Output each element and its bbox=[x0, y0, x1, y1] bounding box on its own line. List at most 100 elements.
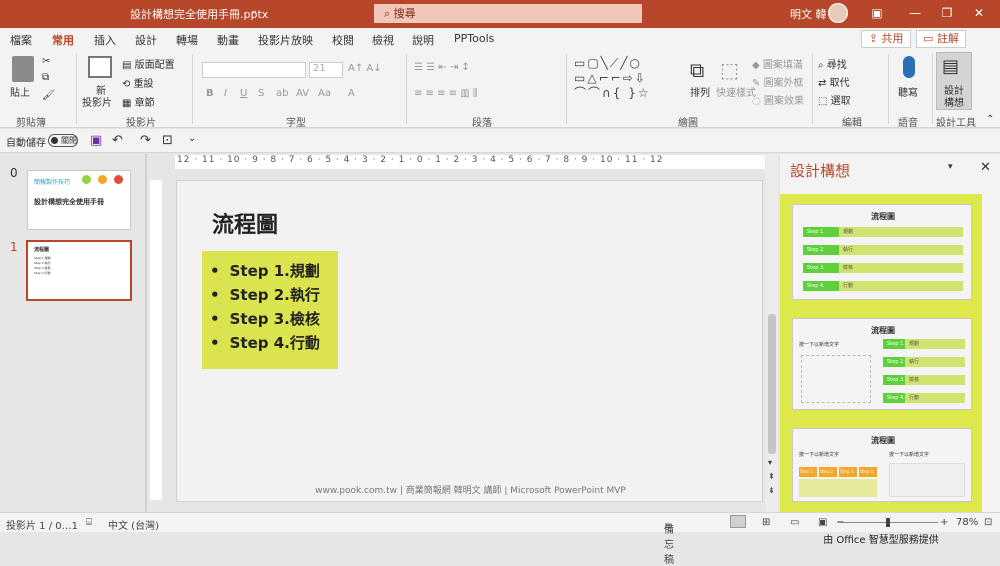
slide-title[interactable]: 流程圖 bbox=[212, 207, 278, 239]
zoom-in-icon[interactable]: + bbox=[940, 517, 948, 528]
slide-thumbnail-1[interactable]: 流程圖 Step 1.規劃 Step 2.執行 Step 3.檢核 Step 4… bbox=[26, 240, 132, 301]
quick-styles-button[interactable]: 快速樣式 bbox=[716, 84, 756, 99]
share-button[interactable]: ⇪ 共用 bbox=[861, 30, 911, 48]
card-title: 流程圖 bbox=[871, 436, 895, 445]
spacing-icon[interactable]: AV bbox=[296, 88, 309, 99]
bullets-icon[interactable]: ☰ ☰ ⇤ ⇥ ↕ bbox=[414, 62, 470, 73]
tab-pptools[interactable]: PPTools bbox=[454, 32, 494, 45]
font-color-icon[interactable]: A bbox=[348, 88, 355, 99]
scroll-down-icon[interactable]: ▾ bbox=[768, 458, 772, 467]
slide-thumbnail-0[interactable]: 簡報製作技巧 設計構想完全使用手冊 bbox=[27, 170, 131, 230]
arrange-icon[interactable]: ⧉ bbox=[690, 58, 704, 82]
language-indicator[interactable]: 中文 (台灣) bbox=[108, 517, 159, 532]
tab-insert[interactable]: 插入 bbox=[94, 32, 116, 48]
bullet-box[interactable]: Step 1.規劃 Step 2.執行 Step 3.檢核 Step 4.行動 bbox=[202, 251, 338, 369]
find-button[interactable]: ⌕ 尋找 bbox=[818, 56, 847, 71]
fit-to-window-icon[interactable]: ⊡ bbox=[984, 517, 992, 528]
restore-icon[interactable]: ❐ bbox=[936, 4, 958, 22]
bullet-item[interactable]: Step 3.檢核 bbox=[210, 307, 338, 331]
bullet-item[interactable]: Step 4.行動 bbox=[210, 331, 338, 355]
comment-button[interactable]: ▭ 註解 bbox=[916, 30, 966, 48]
slide-footer[interactable]: www.pook.com.tw | 商業簡報網 韓明文 講師 | Microso… bbox=[177, 483, 764, 496]
next-slide-icon[interactable]: ⇟ bbox=[768, 486, 775, 495]
shapes-gallery[interactable]: ▭▢╲⟋╱○ ▭△⌐⌐⇨⇩ ⌒⌒∩{ }☆ bbox=[574, 56, 674, 104]
zoom-level[interactable]: 78% bbox=[956, 517, 978, 528]
customize-qat-icon[interactable]: ⌄ bbox=[188, 133, 196, 144]
tab-animations[interactable]: 動畫 bbox=[217, 32, 239, 48]
card-row-label: 執行 bbox=[843, 247, 854, 253]
vertical-scrollbar[interactable]: ▾ ⇞ ⇟ bbox=[766, 154, 778, 512]
shape-outline-button[interactable]: ✎ 圖案外框 bbox=[752, 74, 804, 89]
tab-home[interactable]: 常用 bbox=[52, 32, 74, 52]
replace-button[interactable]: ⇄ 取代 bbox=[818, 74, 850, 89]
search-icon: ⌕ bbox=[384, 7, 394, 20]
reset-button[interactable]: ⟲ 重設 bbox=[122, 75, 154, 90]
close-icon[interactable]: ✕ bbox=[968, 4, 990, 22]
font-grow-icon[interactable]: A↑ A↓ bbox=[348, 63, 382, 74]
design-ideas-pane: 設計構想 ▾ ✕ 流程圖 規劃 Step 1. 執行 Step 2. 檢核 St… bbox=[780, 154, 1000, 546]
paste-icon[interactable] bbox=[12, 56, 34, 82]
format-painter-icon[interactable]: 🖌 bbox=[42, 90, 55, 101]
document-title[interactable]: 設計構想完全使用手冊.pptx bbox=[130, 6, 268, 22]
shape-fill-button[interactable]: ◆ 圖案填滿 bbox=[752, 56, 803, 71]
redo-icon[interactable]: ↷ bbox=[140, 133, 151, 148]
section-button[interactable]: ▦ 章節 bbox=[122, 94, 155, 109]
design-idea-card[interactable]: 流程圖 按一下以新增文字 按一下以新增文字 Step 1. Step 2. St… bbox=[792, 428, 972, 502]
scroll-thumb[interactable] bbox=[768, 314, 776, 454]
bullet-item[interactable]: Step 2.執行 bbox=[210, 283, 338, 307]
strikethrough-icon[interactable]: ab bbox=[276, 88, 288, 99]
new-slide-icon[interactable] bbox=[88, 56, 112, 78]
zoom-slider-thumb[interactable] bbox=[886, 518, 890, 527]
copy-icon[interactable]: ⧉ bbox=[42, 72, 49, 83]
minimize-icon[interactable]: — bbox=[904, 4, 926, 22]
font-family-field[interactable] bbox=[202, 62, 306, 78]
shape-effects-button[interactable]: ◌ 圖案效果 bbox=[752, 92, 804, 107]
align-icons[interactable]: ≡ ≡ ≡ ≡ ▥ ⫼ bbox=[414, 88, 477, 99]
tab-help[interactable]: 說明 bbox=[412, 32, 434, 48]
prev-slide-icon[interactable]: ⇞ bbox=[768, 472, 775, 481]
title-dropdown-icon[interactable]: ⌄ bbox=[250, 5, 258, 16]
underline-icon[interactable]: U bbox=[240, 88, 247, 99]
shadow-icon[interactable]: S bbox=[258, 88, 264, 99]
tab-transitions[interactable]: 轉場 bbox=[176, 32, 198, 48]
pane-close-icon[interactable]: ✕ bbox=[980, 160, 991, 175]
change-case-icon[interactable]: Aa bbox=[318, 88, 331, 99]
slideshow-icon[interactable]: ▣ bbox=[818, 517, 827, 528]
search-box[interactable]: ⌕ 搜尋 bbox=[374, 4, 642, 23]
ribbon-display-icon[interactable]: ▣ bbox=[866, 4, 888, 22]
present-icon[interactable]: ⊡ bbox=[162, 133, 173, 148]
bold-icon[interactable]: B bbox=[206, 88, 214, 99]
reading-view-icon[interactable]: ▭ bbox=[790, 517, 799, 528]
tab-slideshow[interactable]: 投影片放映 bbox=[258, 32, 313, 48]
user-name[interactable]: 明文 韓 bbox=[790, 6, 827, 22]
current-slide[interactable]: 流程圖 Step 1.規劃 Step 2.執行 Step 3.檢核 Step 4… bbox=[176, 180, 763, 502]
tab-file[interactable]: 檔案 bbox=[10, 32, 32, 48]
normal-view-icon[interactable] bbox=[730, 515, 746, 528]
arrange-button[interactable]: 排列 bbox=[690, 84, 710, 99]
microphone-icon[interactable] bbox=[903, 56, 915, 78]
undo-icon[interactable]: ↶ bbox=[112, 133, 123, 148]
new-slide-label2[interactable]: 投影片 bbox=[82, 94, 112, 109]
select-button[interactable]: ⬚ 選取 bbox=[818, 92, 851, 107]
design-idea-card[interactable]: 流程圖 規劃 Step 1. 執行 Step 2. 檢核 Step 3. 行動 … bbox=[792, 204, 972, 300]
cut-icon[interactable]: ✂ bbox=[42, 56, 50, 67]
tab-design[interactable]: 設計 bbox=[135, 32, 157, 48]
layout-button[interactable]: ▤ 版面配置 bbox=[122, 56, 175, 71]
autosave-toggle[interactable]: 關閉 bbox=[48, 134, 78, 147]
font-size-field[interactable]: 21 bbox=[309, 62, 343, 78]
pane-options-icon[interactable]: ▾ bbox=[948, 162, 953, 172]
bullet-item[interactable]: Step 1.規劃 bbox=[210, 259, 338, 283]
avatar[interactable] bbox=[828, 3, 848, 23]
italic-icon[interactable]: I bbox=[224, 88, 227, 99]
tab-view[interactable]: 檢視 bbox=[372, 32, 394, 48]
collapse-ribbon-icon[interactable]: ⌃ bbox=[986, 114, 994, 125]
autosave-label: 自動儲存 bbox=[6, 138, 46, 149]
save-icon[interactable]: ▣ bbox=[90, 133, 102, 148]
accessibility-icon[interactable]: ⌸ bbox=[86, 517, 92, 528]
slide-sorter-icon[interactable]: ⊞ bbox=[762, 517, 770, 528]
paste-button[interactable]: 貼上 bbox=[10, 84, 30, 99]
tab-review[interactable]: 校閱 bbox=[332, 32, 354, 48]
quick-styles-icon[interactable]: ⬚ bbox=[720, 58, 739, 82]
dictate-button[interactable]: 聽寫 bbox=[898, 84, 918, 99]
design-idea-card[interactable]: 流程圖 按一下以新增文字 Step 1. 規劃 Step 2. 執行 Step … bbox=[792, 318, 972, 410]
